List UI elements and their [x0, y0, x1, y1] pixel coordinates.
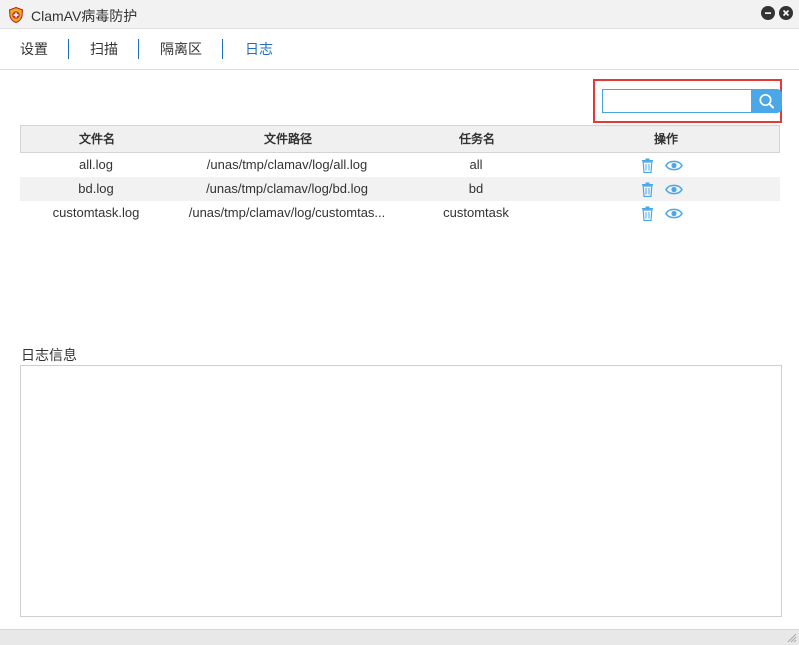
cell-file-path: /unas/tmp/clamav/log/bd.log: [206, 181, 368, 196]
window-title: ClamAV病毒防护: [31, 8, 138, 24]
minimize-icon: [765, 12, 771, 14]
cell-task-name: customtask: [443, 205, 509, 220]
trash-icon[interactable]: [640, 158, 655, 173]
close-icon: [782, 9, 790, 17]
row-actions: [640, 206, 690, 221]
cell-file-path: /unas/tmp/clamav/log/all.log: [206, 157, 368, 172]
table-row[interactable]: customtask.log /unas/tmp/clamav/log/cust…: [20, 201, 780, 225]
tab-log[interactable]: 日志: [245, 39, 273, 59]
close-button[interactable]: [779, 6, 793, 20]
tab-settings[interactable]: 设置: [20, 39, 48, 59]
eye-icon[interactable]: [665, 183, 683, 196]
row-actions: [640, 158, 690, 173]
table-row[interactable]: all.log /unas/tmp/clamav/log/all.log all: [20, 153, 780, 177]
resize-grip-icon[interactable]: [787, 633, 797, 643]
tab-divider: [138, 39, 139, 59]
tab-quarantine[interactable]: 隔离区: [160, 39, 202, 59]
header-actions: 操作: [653, 132, 678, 146]
log-info-label: 日志信息: [21, 347, 77, 363]
table-header: 文件名 文件路径 任务名 操作: [20, 125, 780, 153]
search-input[interactable]: [602, 89, 752, 113]
search-icon: [759, 93, 774, 109]
header-task-name: 任务名: [458, 132, 495, 146]
header-file-path: 文件路径: [263, 132, 312, 146]
search-button[interactable]: [751, 89, 782, 113]
cell-file-name: bd.log: [78, 181, 114, 196]
clamav-logo-icon: [8, 7, 24, 23]
trash-icon[interactable]: [640, 206, 655, 221]
log-file-table: 文件名 文件路径 任务名 操作 all.log /unas/tmp/clamav…: [20, 125, 780, 225]
cell-file-name: all.log: [79, 157, 113, 172]
title-bar: ClamAV病毒防护: [0, 0, 799, 29]
cell-task-name: bd: [468, 181, 484, 196]
table-row[interactable]: bd.log /unas/tmp/clamav/log/bd.log bd: [20, 177, 780, 201]
header-file-name: 文件名: [78, 132, 115, 146]
eye-icon[interactable]: [665, 159, 683, 172]
cell-task-name: all: [469, 157, 483, 172]
trash-icon[interactable]: [640, 182, 655, 197]
minimize-button[interactable]: [761, 6, 775, 20]
row-actions: [640, 182, 690, 197]
cell-file-path: /unas/tmp/clamav/log/customtas...: [188, 205, 386, 220]
tab-scan[interactable]: 扫描: [90, 39, 118, 59]
status-bar: [0, 629, 799, 645]
nav-tabs: 设置 扫描 隔离区 日志: [0, 29, 799, 70]
eye-icon[interactable]: [665, 207, 683, 220]
cell-file-name: customtask.log: [52, 205, 140, 220]
tab-divider: [68, 39, 69, 59]
log-info-textarea[interactable]: [20, 365, 782, 617]
tab-divider: [222, 39, 223, 59]
